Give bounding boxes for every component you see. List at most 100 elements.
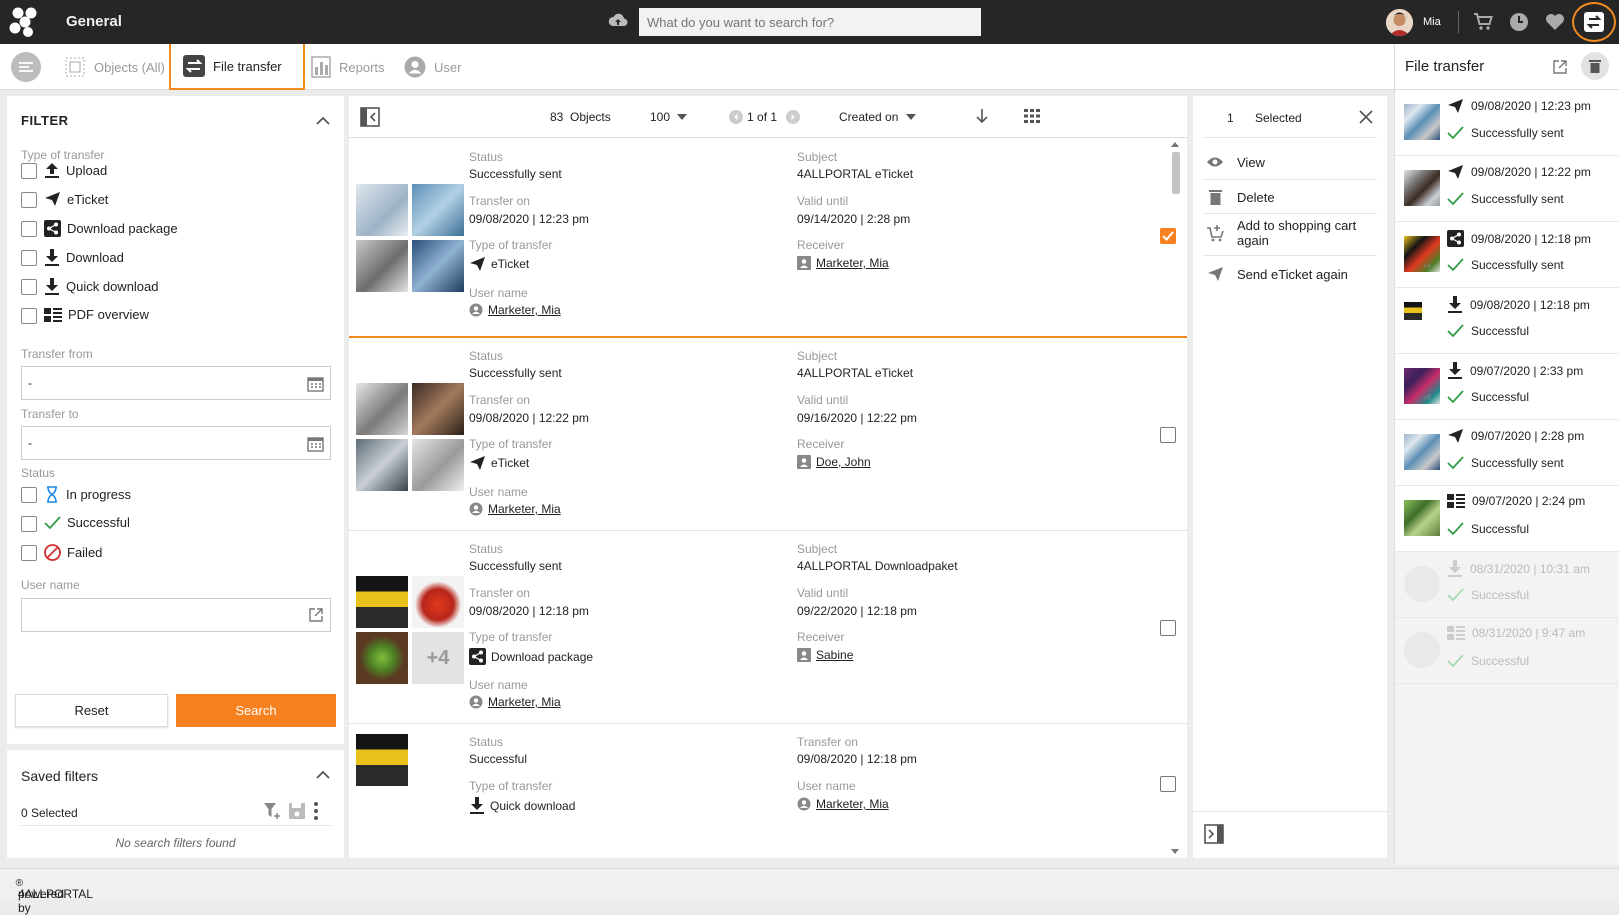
receiver-link[interactable]: Doe, John [816,455,871,469]
user-link[interactable]: Marketer, Mia [488,502,561,516]
user-name-value[interactable]: Marketer, Mia [469,303,561,317]
app-logo-icon[interactable] [9,7,41,37]
type-of-transfer-label: Type of transfer [21,148,105,162]
chevron-up-icon[interactable] [316,116,330,125]
user-name-value[interactable]: Marketer, Mia [797,797,889,811]
download-package-checkbox[interactable] [21,221,37,237]
sort-direction-icon[interactable] [975,108,989,124]
user-name-field[interactable] [21,598,331,632]
sort-select[interactable]: Created on [839,110,917,124]
send-eticket-again-action[interactable]: Send eTicket again [1193,259,1387,289]
in-progress-checkbox[interactable] [21,487,37,503]
user-name-value[interactable]: Marketer, Mia [469,502,561,516]
table-row[interactable]: Status Successful Type of transfer Quick… [349,724,1187,858]
toggle-sidebar-icon[interactable] [360,107,380,127]
more-count[interactable]: +4 [412,632,464,684]
thumbnail-grid[interactable] [356,184,464,292]
open-external-icon[interactable] [1552,59,1568,75]
cloud-upload-icon[interactable] [608,12,628,30]
clear-history-button[interactable] [1581,52,1609,80]
receiver-value[interactable]: Doe, John [797,455,871,469]
history-item[interactable]: 08/31/2020 | 10:31 am Successful [1395,552,1619,618]
table-row[interactable]: +4 Status Successfully sent Transfer on … [349,531,1187,724]
delete-action[interactable]: Delete [1193,182,1387,212]
filter-option-pdf-overview[interactable]: PDF overview [44,307,149,322]
history-item[interactable]: 09/07/2020 | 2:28 pm Successfully sent [1395,420,1619,486]
per-page-select[interactable]: 100 [650,110,688,124]
filter-option-failed[interactable]: Failed [44,544,102,561]
user-name[interactable]: Mia [1423,16,1441,28]
calendar-icon[interactable] [307,375,324,392]
filter-option-successful[interactable]: Successful [44,515,130,530]
upload-checkbox[interactable] [21,163,37,179]
reset-button[interactable]: Reset [15,694,168,727]
thumbnail-grid[interactable] [356,383,464,491]
history-item[interactable]: 09/08/2020 | 12:22 pm Successfully sent [1395,156,1619,222]
filter-option-quick-download[interactable]: Quick download [44,278,159,295]
transfer-from-field[interactable]: - [21,366,331,400]
table-row[interactable]: Status Successfully sent Transfer on 09/… [349,338,1187,531]
thumbnail[interactable] [356,734,408,786]
close-icon[interactable] [1359,110,1373,124]
prev-page-icon[interactable] [729,110,743,124]
tab-reports[interactable]: Reports [311,44,385,90]
user-link[interactable]: Marketer, Mia [816,797,889,811]
scroll-down-icon[interactable] [1171,849,1179,854]
history-item[interactable]: 09/07/2020 | 2:24 pm Successful [1395,486,1619,552]
table-row[interactable]: Status Successfully sent Transfer on 09/… [349,139,1187,338]
more-vertical-icon[interactable] [314,802,318,820]
history-item[interactable]: +5 09/07/2020 | 2:33 pm Successful [1395,354,1619,420]
tab-user[interactable]: User [404,44,461,90]
history-item[interactable]: 09/08/2020 | 12:23 pm Successfully sent [1395,90,1619,156]
view-action[interactable]: View [1193,147,1387,177]
filter-option-download-package[interactable]: Download package [44,220,178,237]
quick-download-checkbox[interactable] [21,279,37,295]
heart-icon[interactable] [1545,12,1565,32]
receiver-value[interactable]: Sabine [797,648,853,662]
filter-option-download[interactable]: Download [44,249,124,266]
chevron-up-icon[interactable] [316,770,330,779]
filter-add-icon[interactable] [263,802,281,820]
tab-file-transfer[interactable]: File transfer [169,44,305,90]
add-to-cart-again-action[interactable]: Add to shopping cart again [1193,216,1387,250]
history-item[interactable]: 09/08/2020 | 12:18 pm Successful [1395,288,1619,354]
scrollbar-thumb[interactable] [1172,152,1180,194]
tab-objects[interactable]: Objects (All) [64,44,165,90]
history-icon[interactable] [1509,12,1529,32]
search-button[interactable]: Search [176,694,336,727]
user-link[interactable]: Marketer, Mia [488,695,561,709]
collapse-panel-icon[interactable] [1204,824,1224,844]
receiver-value[interactable]: Marketer, Mia [797,256,889,270]
filter-option-upload[interactable]: Upload [44,162,107,178]
filter-option-eticket[interactable]: eTicket [44,191,108,207]
calendar-icon[interactable] [307,435,324,452]
thumbnail-grid[interactable]: +4 [356,576,464,684]
receiver-link[interactable]: Sabine [816,648,853,662]
open-external-icon[interactable] [308,607,324,623]
receiver-link[interactable]: Marketer, Mia [816,256,889,270]
grid-select-icon [65,57,85,77]
eye-icon [1207,157,1223,167]
pdf-overview-checkbox[interactable] [21,308,37,324]
next-page-icon[interactable] [786,110,800,124]
history-item[interactable]: +4 09/08/2020 | 12:18 pm Successfully se… [1395,222,1619,288]
file-transfer-history-panel: 09/08/2020 | 12:23 pm Successfully sent … [1394,90,1619,865]
eticket-checkbox[interactable] [21,192,37,208]
cart-icon[interactable] [1473,12,1493,32]
grid-view-icon[interactable] [1024,109,1040,123]
filter-option-in-progress[interactable]: In progress [44,486,131,503]
user-name-value[interactable]: Marketer, Mia [469,695,561,709]
transfer-to-field[interactable]: - [21,426,331,460]
user-name-label: User name [469,678,528,692]
scroll-up-icon[interactable] [1171,142,1179,147]
successful-checkbox[interactable] [21,516,37,532]
history-item[interactable]: 08/31/2020 | 9:47 am Successful [1395,618,1619,684]
failed-checkbox[interactable] [21,545,37,561]
user-link[interactable]: Marketer, Mia [488,303,561,317]
menu-button[interactable] [11,52,41,82]
avatar[interactable] [1386,9,1413,36]
download-checkbox[interactable] [21,250,37,266]
save-icon[interactable] [289,803,305,819]
search-input[interactable] [639,8,981,36]
scrollbar[interactable] [1168,139,1182,858]
